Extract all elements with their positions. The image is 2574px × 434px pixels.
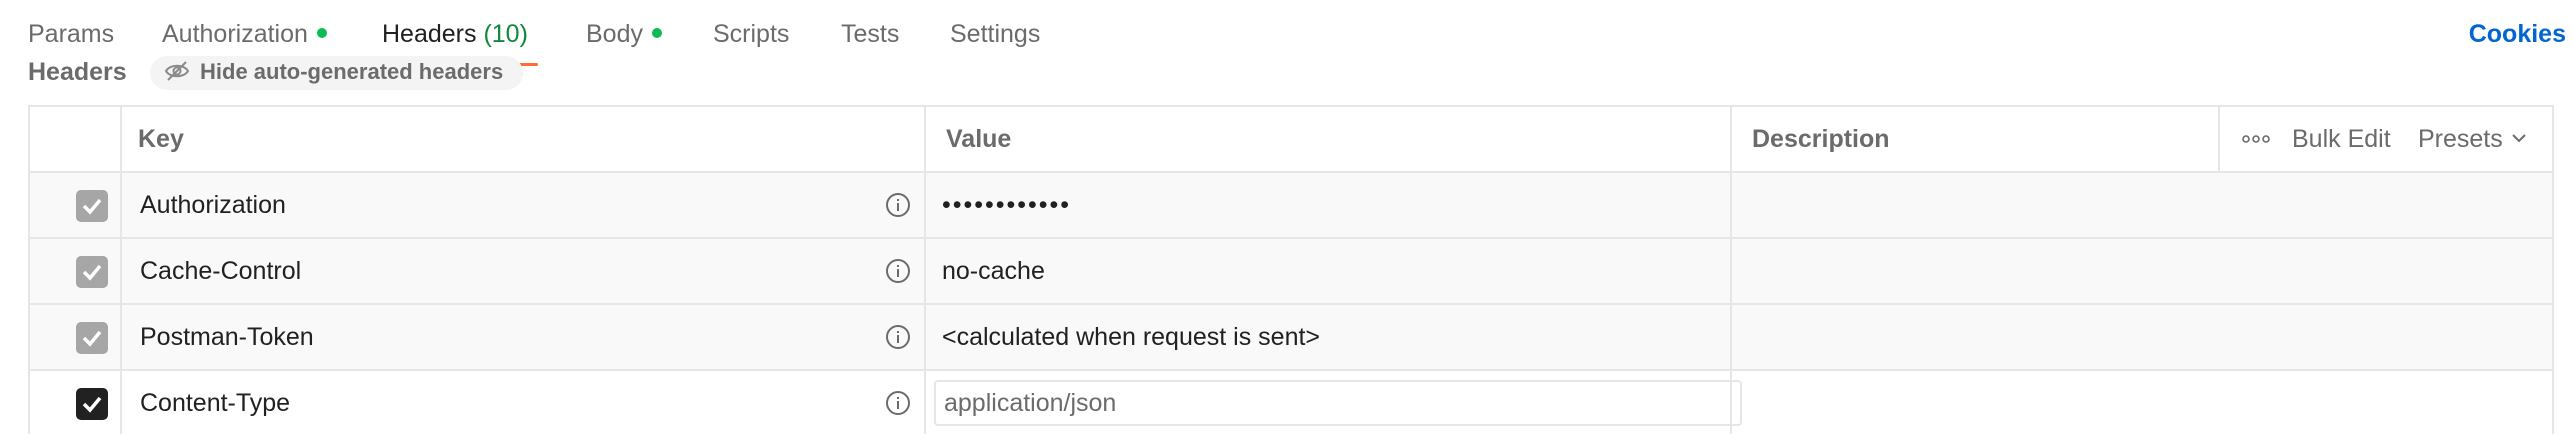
table-row: Content-Type application/json	[30, 371, 2552, 434]
row-enabled-checkbox[interactable]	[76, 190, 108, 222]
check-icon	[82, 198, 102, 215]
row-enabled-checkbox[interactable]	[76, 388, 108, 420]
tab-scripts[interactable]: Scripts	[713, 18, 789, 58]
chevron-down-icon	[2512, 134, 2526, 143]
header-key: Authorization	[140, 191, 286, 219]
presets-label: Presets	[2418, 125, 2503, 153]
more-options-icon[interactable]	[2238, 127, 2274, 151]
tab-headers-count: (10)	[483, 20, 528, 48]
headers-section-title: Headers	[28, 58, 127, 86]
check-icon	[82, 330, 102, 347]
authorization-status-dot	[316, 28, 327, 39]
cookies-link[interactable]: Cookies	[2469, 18, 2566, 50]
table-row: Cache-Control no-cache	[30, 239, 2552, 305]
check-icon	[82, 396, 102, 413]
header-key: Postman-Token	[140, 323, 314, 351]
check-icon	[82, 264, 102, 281]
tab-tests-label: Tests	[841, 20, 900, 48]
tab-tests[interactable]: Tests	[841, 18, 899, 58]
tab-params-label: Params	[28, 20, 115, 48]
tab-headers[interactable]: Headers (10)	[382, 18, 528, 58]
header-value: no-cache	[942, 257, 1045, 285]
header-value: ••••••••••••	[942, 191, 1072, 219]
hide-auto-generated-headers-label: Hide auto-generated headers	[200, 59, 504, 84]
table-row: Authorization ••••••••••••	[30, 173, 2552, 239]
row-enabled-checkbox[interactable]	[76, 256, 108, 288]
header-value: <calculated when request is sent>	[942, 323, 1321, 351]
tab-body[interactable]: Body	[586, 18, 662, 58]
body-status-dot	[651, 28, 662, 39]
column-header-value: Value	[946, 125, 1012, 153]
tab-headers-label: Headers	[382, 20, 477, 48]
tab-authorization[interactable]: Authorization	[162, 18, 327, 58]
column-header-description: Description	[1752, 125, 1890, 153]
tab-settings-label: Settings	[950, 20, 1041, 48]
tab-settings[interactable]: Settings	[950, 18, 1040, 58]
header-key: Content-Type	[140, 389, 291, 417]
info-icon[interactable]	[886, 325, 910, 349]
column-divider	[120, 107, 122, 434]
table-row: Postman-Token <calculated when request i…	[30, 305, 2552, 371]
header-value-input[interactable]: application/json	[934, 380, 1742, 426]
column-divider	[2218, 107, 2220, 173]
tab-authorization-label: Authorization	[162, 20, 308, 48]
hide-auto-generated-headers-button[interactable]: Hide auto-generated headers	[150, 56, 524, 90]
info-icon[interactable]	[886, 193, 910, 217]
eye-off-icon	[164, 61, 190, 81]
info-icon[interactable]	[886, 259, 910, 283]
column-header-key: Key	[138, 125, 184, 153]
row-enabled-checkbox[interactable]	[76, 322, 108, 354]
presets-dropdown[interactable]: Presets	[2418, 107, 2527, 171]
column-divider	[1730, 107, 1732, 434]
tab-scripts-label: Scripts	[713, 20, 790, 48]
table-header-row: Key Value Description Bulk Edit Presets	[30, 107, 2552, 173]
tab-body-label: Body	[586, 20, 643, 48]
column-divider	[924, 107, 926, 434]
headers-table: Key Value Description Bulk Edit Presets …	[28, 105, 2554, 434]
header-key: Cache-Control	[140, 257, 302, 285]
bulk-edit-button[interactable]: Bulk Edit	[2292, 107, 2391, 171]
info-icon[interactable]	[886, 391, 910, 415]
tab-params[interactable]: Params	[28, 18, 114, 58]
